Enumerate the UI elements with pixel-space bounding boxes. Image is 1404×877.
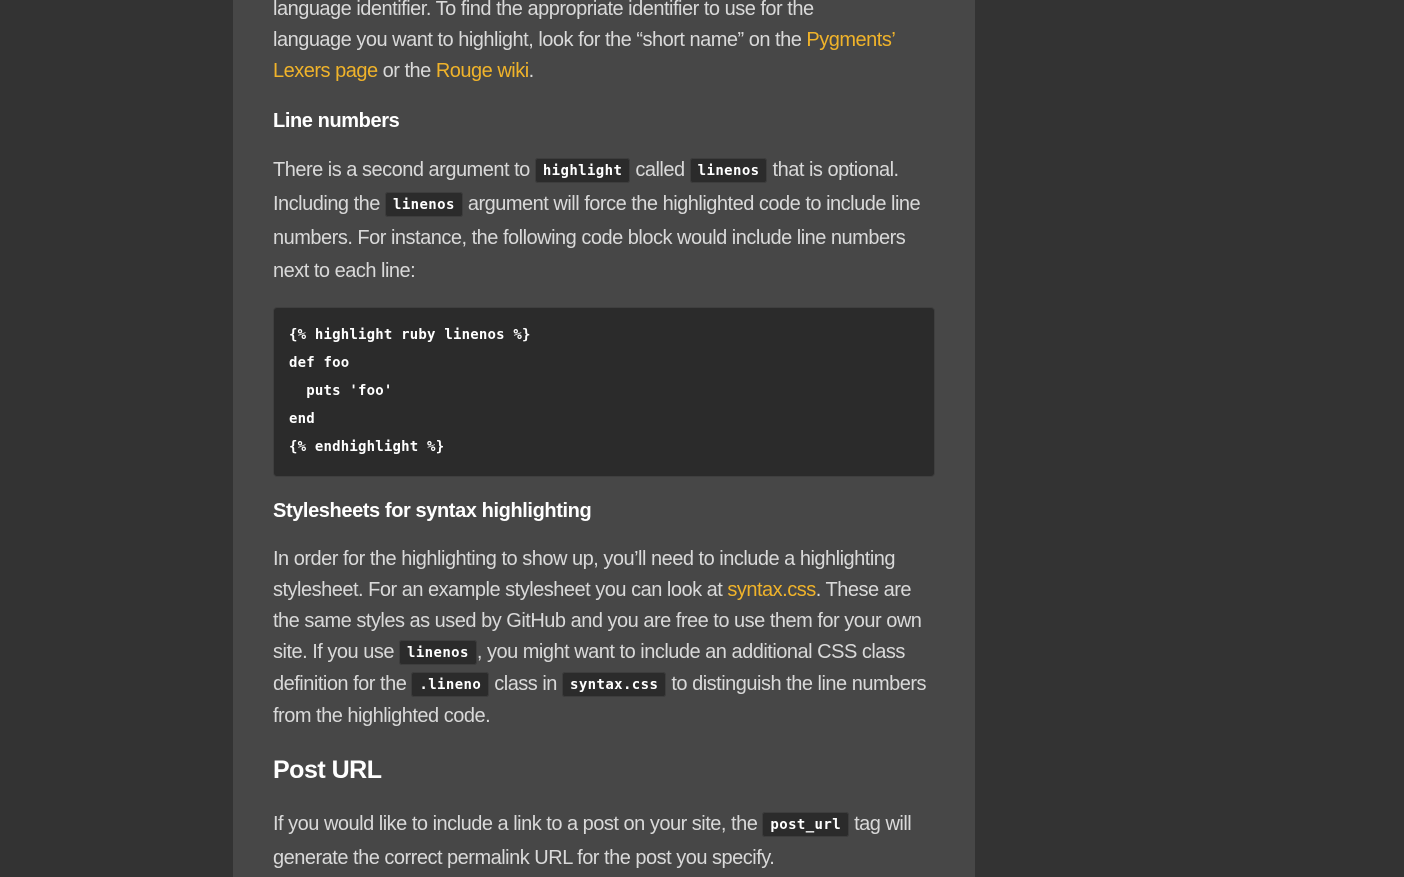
- stylesheets-text-d: class in: [489, 673, 562, 695]
- intro-end-text: .: [528, 60, 535, 82]
- stylesheets-paragraph: In order for the highlighting to show up…: [273, 544, 935, 732]
- post-url-paragraph: If you would like to include a link to a…: [273, 808, 935, 875]
- code-line: {% highlight ruby linenos %}: [289, 327, 531, 343]
- code-line: puts 'foo': [289, 383, 393, 399]
- intro-mid-text: or the: [377, 60, 436, 82]
- syntax-css-link[interactable]: syntax.css: [727, 579, 816, 601]
- code-linenos: linenos: [689, 158, 768, 183]
- code-line: end: [289, 411, 315, 427]
- code-line: def foo: [289, 355, 350, 371]
- code-post-url: post_url: [762, 812, 850, 837]
- intro-line2-prefix: language you want to highlight, look for…: [273, 29, 807, 51]
- line-numbers-text-d: Including the: [273, 193, 385, 215]
- rouge-wiki-link[interactable]: Rouge wiki: [436, 60, 529, 82]
- line-numbers-text-c: that is optional.: [767, 159, 900, 181]
- line-numbers-text-a: There is a second argument to: [273, 159, 535, 181]
- intro-paragraph: language identifier. To find the appropr…: [273, 0, 935, 87]
- post-url-text-a: If you would like to include a link to a…: [273, 813, 763, 835]
- line-numbers-paragraph: There is a second argument to highlight …: [273, 154, 935, 288]
- post-url-heading: Post URL: [273, 756, 382, 784]
- line-numbers-heading: Line numbers: [273, 110, 400, 132]
- code-line: {% endhighlight %}: [289, 439, 445, 455]
- code-block: {% highlight ruby linenos %} def foo puts…: [273, 307, 935, 477]
- code-syntax-css: syntax.css: [562, 672, 667, 697]
- line-numbers-text-b: called: [630, 159, 690, 181]
- article-column: language identifier. To find the appropr…: [233, 0, 975, 877]
- intro-line1: language identifier. To find the appropr…: [273, 0, 814, 20]
- stylesheets-heading: Stylesheets for syntax highlighting: [273, 500, 592, 522]
- code-highlight: highlight: [534, 158, 631, 183]
- code-lineno-class: .lineno: [411, 672, 490, 697]
- code-linenos-3: linenos: [399, 640, 477, 665]
- article-content: language identifier. To find the appropr…: [273, 0, 935, 875]
- code-linenos-2: linenos: [384, 192, 463, 217]
